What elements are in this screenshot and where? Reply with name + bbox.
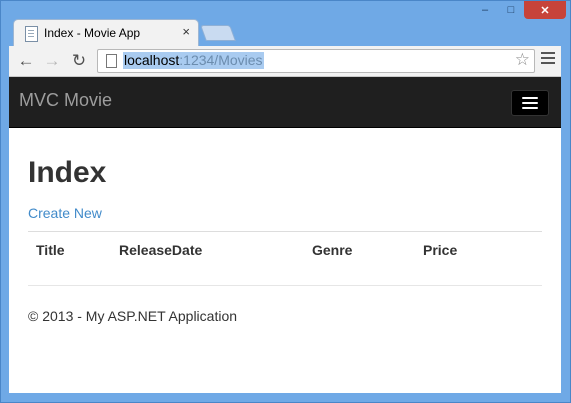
app-navbar: MVC Movie [9,77,561,128]
maximize-button[interactable]: □ [498,1,524,19]
column-header-price: Price [423,242,458,258]
column-header-title: Title [36,242,65,258]
browser-tab[interactable]: Index - Movie App × [13,19,199,48]
forward-button[interactable]: → [41,50,63,72]
window-controls: ‒ □ ✕ [472,1,566,21]
page-viewport: MVC Movie Index Create New Title Release… [9,77,561,393]
close-tab-icon[interactable]: × [182,24,190,39]
url-path: :1234/Movies [179,52,263,68]
browser-menu-icon[interactable] [541,52,555,66]
navbar-toggle-icon[interactable] [511,90,549,116]
url-text[interactable]: localhost:1234/Movies [123,52,264,69]
page-favicon-icon [25,26,38,42]
tab-title: Index - Movie App [44,26,141,40]
footer-text: © 2013 - My ASP.NET Application [28,308,238,324]
title-bar: Index - Movie App × ‒ □ ✕ [1,1,570,48]
column-header-genre: Genre [312,242,353,258]
create-new-link[interactable]: Create New [28,205,102,221]
new-tab-button[interactable] [200,25,236,41]
minimize-button[interactable]: ‒ [472,1,498,19]
address-bar[interactable]: localhost:1234/Movies ☆ [97,49,535,73]
close-window-button[interactable]: ✕ [524,1,566,19]
browser-window: Index - Movie App × ‒ □ ✕ ← → ↻ localhos… [0,0,571,403]
url-host: localhost [124,52,180,68]
back-button[interactable]: ← [15,50,37,72]
page-title: Index [28,156,107,189]
browser-toolbar: ← → ↻ localhost:1234/Movies ☆ [9,46,561,77]
column-header-releasedate: ReleaseDate [119,242,203,258]
page-icon [106,54,117,68]
footer-divider [28,285,542,286]
brand-link[interactable]: MVC Movie [19,90,112,111]
movies-table: Title ReleaseDate Genre Price [28,231,542,258]
bookmark-star-icon[interactable]: ☆ [515,50,530,70]
reload-button[interactable]: ↻ [68,50,90,72]
